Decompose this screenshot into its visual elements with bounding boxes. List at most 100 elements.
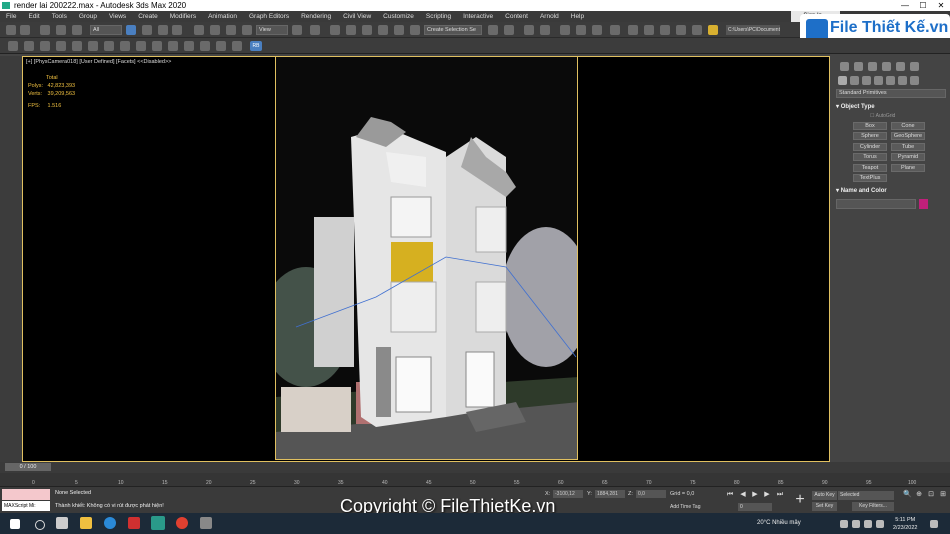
render-production-icon[interactable] xyxy=(660,25,670,35)
named-selection-dropdown[interactable]: Create Selection Se xyxy=(424,25,482,35)
move-icon[interactable] xyxy=(194,25,204,35)
menu-edit[interactable]: Edit xyxy=(28,13,39,20)
menu-tools[interactable]: Tools xyxy=(52,13,67,20)
time-slider[interactable] xyxy=(0,462,950,473)
geosphere-button[interactable]: GeoSphere xyxy=(891,132,925,140)
systems-category-icon[interactable] xyxy=(910,76,919,85)
next-frame-icon[interactable]: ▶ xyxy=(763,491,771,499)
taskbar-clock[interactable]: 5:11 PM 2/23/2022 xyxy=(893,516,917,532)
display-icon[interactable] xyxy=(216,41,226,51)
menu-arnold[interactable]: Arnold xyxy=(540,13,559,20)
polygon-modeling-icon[interactable] xyxy=(88,41,98,51)
torus-button[interactable]: Torus xyxy=(853,153,887,161)
notification-icon[interactable] xyxy=(930,520,938,528)
plane-button[interactable]: Plane xyxy=(891,164,925,172)
scene-explorer-icon[interactable] xyxy=(524,25,534,35)
menu-civil-view[interactable]: Civil View xyxy=(343,13,371,20)
toggle-ribbon-icon[interactable] xyxy=(560,25,570,35)
current-frame-field[interactable]: 0 xyxy=(738,503,772,511)
rotate-icon[interactable] xyxy=(210,25,220,35)
menu-customize[interactable]: Customize xyxy=(383,13,414,20)
helpers-category-icon[interactable] xyxy=(886,76,895,85)
name-and-color-rollout[interactable]: ▾ Name and Color xyxy=(836,187,887,194)
windows-start-icon[interactable] xyxy=(10,519,20,529)
file-explorer-icon[interactable] xyxy=(80,517,92,529)
create-key-icon[interactable]: + xyxy=(792,492,808,508)
maximize-button[interactable]: ☐ xyxy=(914,0,932,11)
project-path-field[interactable]: C:\Users\PC\Documents\3ds Max 2020 xyxy=(726,25,780,35)
app-taskbar-icon[interactable] xyxy=(200,517,212,529)
tube-button[interactable]: Tube xyxy=(891,143,925,151)
curve-editor-icon[interactable] xyxy=(576,25,586,35)
zoom-all-icon[interactable]: ⊕ xyxy=(915,491,923,499)
reference-coordinate-dropdown[interactable]: View xyxy=(256,25,288,35)
sphere-button[interactable]: Sphere xyxy=(853,132,887,140)
redo-icon[interactable] xyxy=(20,25,30,35)
selection-filter-dropdown[interactable]: All xyxy=(90,25,122,35)
task-view-icon[interactable] xyxy=(56,517,68,529)
utilities-tab-icon[interactable] xyxy=(910,62,919,71)
properties-icon[interactable] xyxy=(184,41,194,51)
play-icon[interactable]: ▶ xyxy=(751,491,759,499)
3dsmax-taskbar-icon[interactable] xyxy=(151,516,165,530)
key-selection-dropdown[interactable]: Selected xyxy=(838,491,894,500)
place-icon[interactable] xyxy=(242,25,252,35)
zoom-icon[interactable]: 🔍 xyxy=(903,491,912,499)
edge-icon[interactable] xyxy=(104,517,116,529)
set-key-button[interactable]: Set Key xyxy=(812,502,837,511)
display-tab-icon[interactable] xyxy=(896,62,905,71)
modify-tab-icon[interactable] xyxy=(854,62,863,71)
maxscript-listener-output[interactable] xyxy=(2,489,50,500)
field-of-view-icon[interactable]: ⊞ xyxy=(939,491,947,499)
pivot-center-icon[interactable] xyxy=(292,25,302,35)
render-in-cloud-icon[interactable] xyxy=(676,25,686,35)
track-bar[interactable]: 0 5 10 15 20 25 30 35 40 45 50 55 60 65 … xyxy=(0,473,950,487)
maxscript-mini-listener[interactable]: MAXScript Mi: xyxy=(2,501,50,511)
edit-icon[interactable] xyxy=(120,41,130,51)
undo-icon[interactable] xyxy=(6,25,16,35)
select-object-icon[interactable] xyxy=(126,25,136,35)
object-name-field[interactable] xyxy=(836,199,916,209)
menu-modifiers[interactable]: Modifiers xyxy=(170,13,196,20)
graphite-icon[interactable] xyxy=(72,41,82,51)
primitive-category-dropdown[interactable]: Standard Primitives xyxy=(836,89,946,98)
menu-help[interactable]: Help xyxy=(571,13,584,20)
snaps-toggle-icon[interactable] xyxy=(346,25,356,35)
menu-group[interactable]: Group xyxy=(79,13,97,20)
subdivision-icon[interactable] xyxy=(152,41,162,51)
unlink-icon[interactable] xyxy=(56,25,66,35)
align-icon[interactable] xyxy=(504,25,514,35)
material-editor-icon[interactable] xyxy=(610,25,620,35)
tray-chevron-icon[interactable] xyxy=(840,520,848,528)
rectangular-selection-icon[interactable] xyxy=(158,25,168,35)
shapes-category-icon[interactable] xyxy=(850,76,859,85)
pyramid-button[interactable]: Pyramid xyxy=(891,153,925,161)
rendered-frame-window-icon[interactable] xyxy=(644,25,654,35)
menu-rendering[interactable]: Rendering xyxy=(301,13,331,20)
mirror-icon[interactable] xyxy=(488,25,498,35)
go-to-start-icon[interactable]: ⏮ xyxy=(726,491,734,499)
mail-app-icon[interactable] xyxy=(128,517,140,529)
menu-graph-editors[interactable]: Graph Editors xyxy=(249,13,289,20)
menu-interactive[interactable]: Interactive xyxy=(463,13,493,20)
teapot-button[interactable]: Teapot xyxy=(853,164,887,172)
volume-icon[interactable] xyxy=(864,520,872,528)
select-by-name-icon[interactable] xyxy=(142,25,152,35)
percent-snap-icon[interactable] xyxy=(378,25,388,35)
modify-selection-icon[interactable] xyxy=(104,41,114,51)
hierarchy-tab-icon[interactable] xyxy=(868,62,877,71)
autogrid-checkbox[interactable]: ☐ AutoGrid xyxy=(870,113,895,119)
chrome-icon[interactable] xyxy=(176,517,188,529)
shade-icon[interactable] xyxy=(200,41,210,51)
rb-button[interactable]: RB xyxy=(250,41,262,51)
close-button[interactable]: ✕ xyxy=(932,0,950,11)
scale-icon[interactable] xyxy=(226,25,236,35)
geometry-category-icon[interactable] xyxy=(838,76,847,85)
minimize-button[interactable]: — xyxy=(896,0,914,11)
viewport-label[interactable]: [+] [PhysCamera018] [User Defined] [Face… xyxy=(26,59,171,65)
selection-icon[interactable] xyxy=(24,41,34,51)
bind-space-warp-icon[interactable] xyxy=(72,25,82,35)
spinner-snap-icon[interactable] xyxy=(394,25,404,35)
key-filters-button[interactable]: Key Filters... xyxy=(852,502,894,511)
select-manipulate-icon[interactable] xyxy=(310,25,320,35)
